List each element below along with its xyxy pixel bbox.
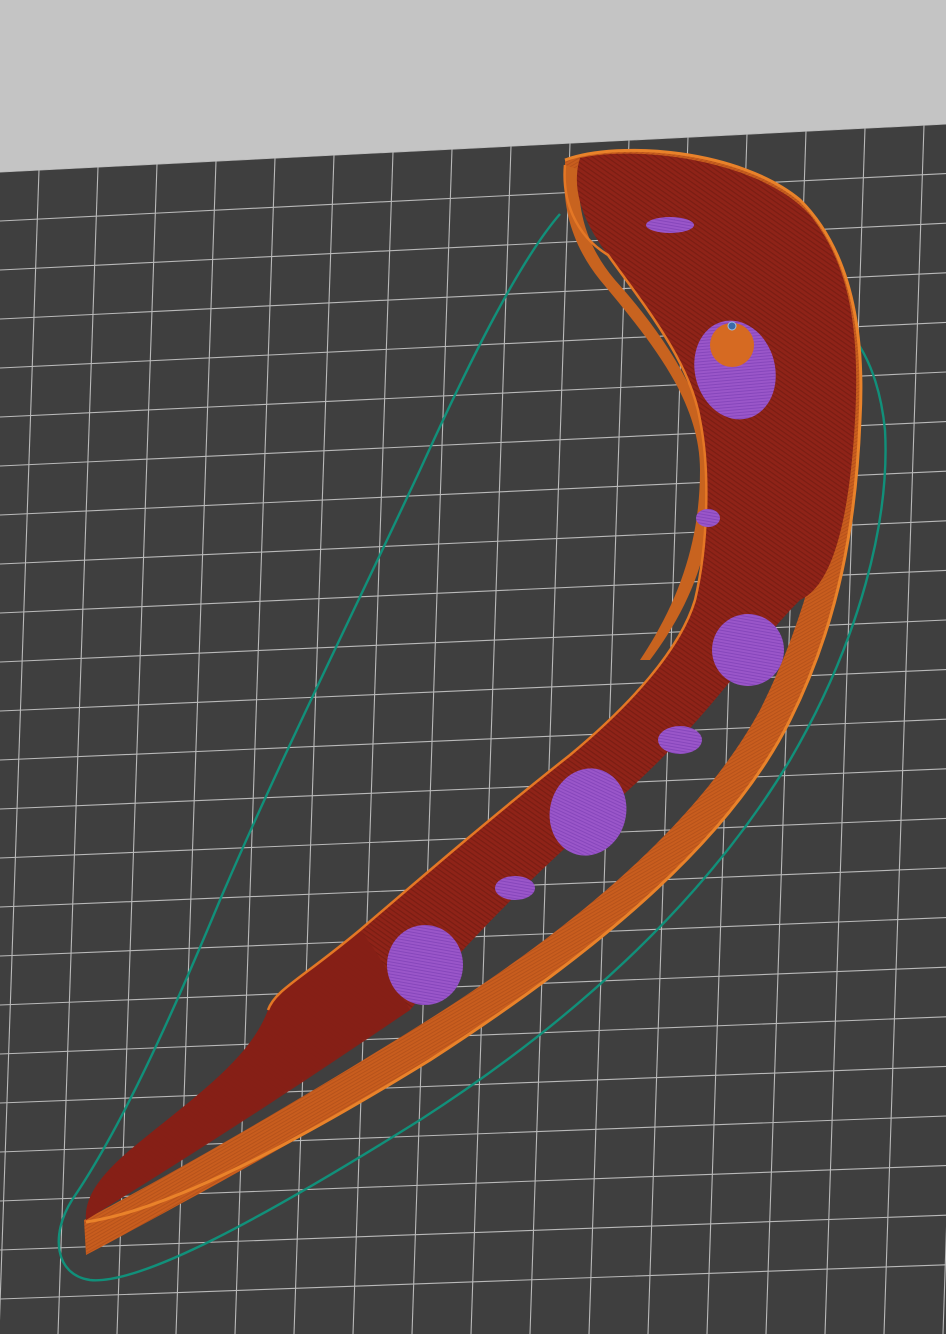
3d-viewport[interactable] (0, 0, 946, 1334)
slicer-preview-scene[interactable] (0, 0, 946, 1334)
support-blob (495, 876, 535, 900)
support-blob (658, 726, 702, 754)
support-blob (646, 217, 694, 233)
support-blob (712, 614, 784, 686)
support-blob (696, 509, 720, 527)
support-blob (387, 925, 463, 1005)
nozzle-marker-icon (727, 321, 737, 331)
